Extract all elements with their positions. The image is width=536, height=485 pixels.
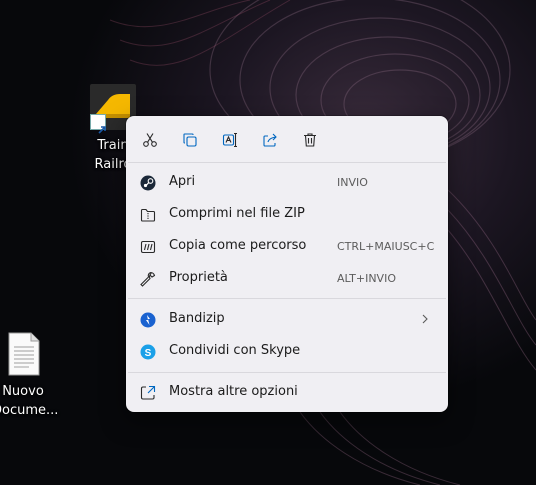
menu-item-open[interactable]: Apri INVIO — [130, 168, 444, 198]
desktop-icon-label: Nuovo Docume... — [0, 384, 59, 418]
share-icon — [263, 133, 277, 147]
menu-item-copy-as-path[interactable]: Copia come percorso CTRL+MAIUSC+C — [130, 232, 444, 262]
desktop-icon-new-document[interactable]: Nuovo Docume... — [0, 332, 59, 420]
shortcut-arrow-icon — [90, 114, 106, 134]
menu-item-label: Bandizip — [169, 311, 225, 326]
menu-item-shortcut: ALT+INVIO — [337, 272, 396, 285]
steam-icon — [140, 175, 156, 191]
rename-button[interactable] — [218, 128, 242, 152]
copy-button[interactable] — [178, 128, 202, 152]
zip-folder-icon — [140, 207, 156, 223]
chevron-right-icon — [420, 312, 430, 330]
copy-icon — [183, 133, 197, 147]
menu-item-share-skype[interactable]: S Condividi con Skype — [130, 337, 444, 367]
menu-item-label: Condividi con Skype — [169, 343, 301, 358]
menu-item-label: Apri — [169, 174, 196, 189]
menu-item-more-options[interactable]: Mostra altre opzioni — [130, 378, 444, 408]
copy-path-icon — [140, 239, 156, 255]
rename-icon — [222, 132, 237, 148]
menu-separator — [128, 298, 446, 299]
menu-item-properties[interactable]: Proprietà ALT+INVIO — [130, 264, 444, 294]
skype-icon: S — [140, 344, 156, 360]
menu-item-label: Mostra altre opzioni — [169, 384, 298, 399]
menu-item-label: Comprimi nel file ZIP — [169, 206, 305, 221]
svg-text:S: S — [145, 348, 152, 359]
menu-item-shortcut: CTRL+MAIUSC+C — [337, 240, 435, 253]
menu-separator — [128, 162, 446, 163]
menu-item-compress-zip[interactable]: Comprimi nel file ZIP — [130, 200, 444, 230]
context-menu-toolbar — [126, 116, 448, 162]
cut-button[interactable] — [138, 128, 162, 152]
cut-icon — [143, 133, 157, 147]
document-icon — [3, 332, 43, 376]
context-menu: Apri INVIO Comprimi nel file ZIP Copia c… — [126, 116, 448, 412]
share-button[interactable] — [258, 128, 282, 152]
delete-icon — [304, 133, 316, 147]
menu-item-bandizip[interactable]: Bandizip — [130, 305, 444, 335]
menu-item-label: Proprietà — [169, 270, 228, 285]
menu-item-shortcut: INVIO — [337, 176, 368, 189]
bandizip-icon — [140, 312, 156, 328]
delete-button[interactable] — [298, 128, 322, 152]
more-options-icon — [140, 385, 156, 401]
menu-item-label: Copia come percorso — [169, 238, 307, 253]
menu-separator — [128, 372, 446, 373]
wrench-icon — [140, 271, 156, 287]
